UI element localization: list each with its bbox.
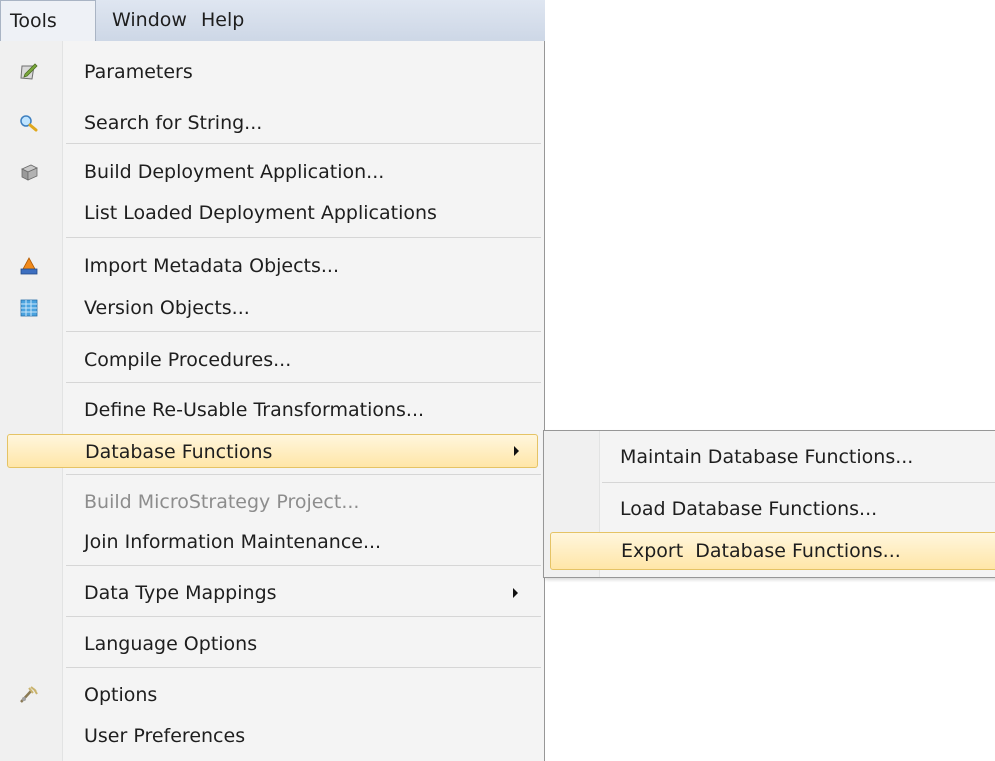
submenu-arrow-icon bbox=[513, 588, 518, 598]
submenu-separator bbox=[602, 482, 995, 483]
options-icon bbox=[19, 686, 39, 704]
menu-item-label: Compile Procedures... bbox=[84, 349, 292, 371]
menu-item-label: Language Options bbox=[84, 633, 258, 655]
menu-bar: Tools Window Help bbox=[0, 0, 545, 42]
submenu-item-maintain-database-functions[interactable]: Maintain Database Functions... bbox=[544, 437, 995, 477]
menu-item-user-preferences[interactable]: User Preferences bbox=[0, 719, 545, 753]
version-icon bbox=[19, 299, 39, 317]
menu-item-label: Join Information Maintenance... bbox=[84, 531, 382, 553]
menu-separator bbox=[66, 143, 541, 144]
menu-item-import-metadata-objects[interactable]: Import Metadata Objects... bbox=[0, 249, 545, 283]
menu-item-parameters[interactable]: Parameters bbox=[0, 55, 545, 89]
import-icon bbox=[19, 257, 39, 275]
menubar-help[interactable]: Help bbox=[201, 0, 244, 41]
tools-menu: Parameters Search for String... Build De… bbox=[0, 41, 545, 761]
submenu-item-label: Load Database Functions... bbox=[620, 498, 878, 520]
menu-item-build-microstrategy-project: Build MicroStrategy Project... bbox=[0, 485, 545, 519]
menu-item-language-options[interactable]: Language Options bbox=[0, 627, 545, 661]
menu-item-label: Build Deployment Application... bbox=[84, 161, 385, 183]
menubar-window[interactable]: Window bbox=[112, 0, 187, 41]
menu-item-label: Import Metadata Objects... bbox=[84, 255, 340, 277]
menu-item-database-functions[interactable]: Database Functions bbox=[7, 434, 538, 468]
menu-item-label: Search for String... bbox=[84, 112, 263, 134]
parameters-icon bbox=[19, 63, 39, 81]
menu-item-search-for-string[interactable]: Search for String... bbox=[0, 106, 545, 140]
menu-separator bbox=[66, 667, 541, 668]
menu-item-label: List Loaded Deployment Applications bbox=[84, 202, 437, 224]
submenu-item-export-database-functions[interactable]: Export Database Functions... bbox=[550, 532, 995, 570]
menu-separator bbox=[66, 382, 541, 383]
menu-item-label: User Preferences bbox=[84, 725, 246, 747]
menu-item-join-information-maintenance[interactable]: Join Information Maintenance... bbox=[0, 525, 545, 559]
menu-item-label: Options bbox=[84, 684, 158, 706]
submenu-item-label: Maintain Database Functions... bbox=[620, 446, 914, 468]
deployment-icon bbox=[19, 163, 39, 181]
menubar-tools[interactable]: Tools bbox=[0, 0, 96, 42]
menu-separator bbox=[66, 474, 541, 475]
menu-item-version-objects[interactable]: Version Objects... bbox=[0, 291, 545, 325]
menu-item-label: Version Objects... bbox=[84, 297, 250, 319]
menu-item-label: Database Functions bbox=[85, 441, 273, 463]
menu-item-list-loaded-deployment-applications[interactable]: List Loaded Deployment Applications bbox=[0, 196, 545, 230]
menu-item-label: Parameters bbox=[84, 61, 193, 83]
submenu-item-load-database-functions[interactable]: Load Database Functions... bbox=[544, 489, 995, 529]
menu-item-options[interactable]: Options bbox=[0, 678, 545, 712]
menu-separator bbox=[66, 565, 541, 566]
menu-item-data-type-mappings[interactable]: Data Type Mappings bbox=[0, 576, 545, 610]
menu-item-label: Build MicroStrategy Project... bbox=[84, 491, 360, 513]
menu-separator bbox=[66, 237, 541, 238]
submenu-arrow-icon bbox=[514, 446, 519, 456]
search-icon bbox=[19, 114, 39, 132]
menu-separator bbox=[66, 331, 541, 332]
menu-item-compile-procedures[interactable]: Compile Procedures... bbox=[0, 343, 545, 377]
submenu-item-label: Export Database Functions... bbox=[621, 540, 901, 562]
menu-item-define-reusable-transformations[interactable]: Define Re-Usable Transformations... bbox=[0, 393, 545, 427]
menu-item-build-deployment-application[interactable]: Build Deployment Application... bbox=[0, 155, 545, 189]
menu-separator bbox=[66, 616, 541, 617]
menu-item-label: Data Type Mappings bbox=[84, 582, 277, 604]
database-functions-submenu: Maintain Database Functions... Load Data… bbox=[543, 430, 995, 578]
menu-item-label: Define Re-Usable Transformations... bbox=[84, 399, 425, 421]
